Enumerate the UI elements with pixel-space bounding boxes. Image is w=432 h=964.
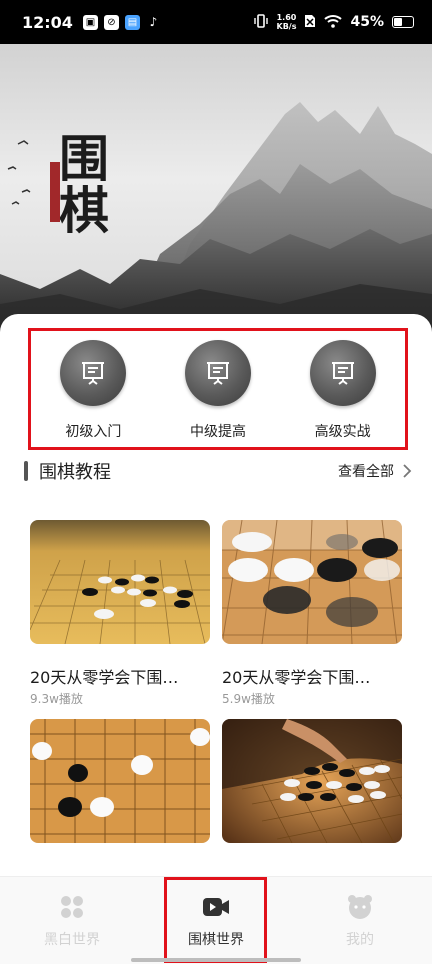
home-indicator[interactable]: [131, 958, 301, 962]
video-card[interactable]: 20天从零学会下围… 9.3w播放: [30, 520, 210, 707]
video-title: 20天从零学会下围…: [222, 668, 371, 687]
hero-seal: [50, 162, 60, 222]
level-advanced-button[interactable]: 高级实战: [288, 339, 398, 441]
video-thumbnail: [30, 520, 210, 644]
stones-grid-icon: [58, 893, 86, 921]
video-title: 20天从零学会下围…: [30, 668, 179, 687]
nav-label: 我的: [346, 932, 374, 948]
tutorials-header: 围棋教程 查看全部: [24, 458, 412, 484]
vibrate-icon: [253, 13, 269, 32]
network-speed: 1.60 KB/s: [277, 13, 297, 31]
video-play-count: 5.9w播放: [222, 692, 275, 706]
status-time: 12:04: [22, 12, 73, 32]
net-speed-value: 1.60: [276, 13, 297, 22]
battery-percent: 45%: [350, 14, 384, 30]
nav-black-white-world[interactable]: 黑白世界: [0, 877, 144, 964]
no-sim-icon: [304, 13, 316, 32]
notification-app-icon: ▣: [82, 14, 98, 30]
nav-label: 围棋世界: [188, 932, 244, 948]
battery-icon: [392, 16, 414, 28]
tiktok-icon: ♪: [149, 15, 158, 29]
video-camera-icon: [202, 893, 230, 921]
chevron-right-icon: [403, 464, 412, 478]
level-label: 中级提高: [189, 423, 246, 440]
hero-banner: 围棋: [0, 44, 432, 344]
notification-app-icon: ▤: [124, 14, 140, 30]
net-speed-unit: KB/s: [276, 22, 297, 31]
profile-face-icon: [346, 893, 374, 921]
video-card[interactable]: [30, 719, 210, 843]
section-accent-bar: [24, 461, 28, 481]
level-selector: 初级入门 中级提高 高级实战: [28, 328, 408, 450]
notification-app-icon: ⊘: [103, 14, 119, 30]
status-bar: 12:04 ▣ ⊘ ▤ ♪ 1.60 KB/s 45%: [0, 0, 432, 44]
video-thumbnail: [222, 520, 402, 644]
presentation-icon: [309, 339, 376, 406]
video-card[interactable]: 20天从零学会下围… 5.9w播放: [222, 520, 402, 707]
main-content: 初级入门 中级提高 高级实战 围棋教程 查看全部 20天从零学会下围… 9.3w…: [0, 314, 432, 876]
level-label: 高级实战: [314, 423, 371, 440]
video-play-count: 9.3w播放: [30, 692, 83, 706]
presentation-icon: [184, 339, 251, 406]
video-card[interactable]: [222, 719, 402, 843]
see-all-link[interactable]: 查看全部: [338, 461, 412, 481]
level-intermediate-button[interactable]: 中级提高: [163, 339, 273, 441]
level-label: 初级入门: [65, 423, 122, 440]
nav-profile[interactable]: 我的: [288, 877, 432, 964]
nav-label: 黑白世界: [44, 932, 100, 948]
presentation-icon: [60, 339, 127, 406]
video-thumbnail: [222, 719, 402, 843]
nav-go-world[interactable]: 围棋世界: [144, 877, 288, 964]
section-title: 围棋教程: [39, 462, 111, 483]
see-all-label: 查看全部: [338, 464, 394, 480]
level-beginner-button[interactable]: 初级入门: [38, 339, 148, 441]
video-thumbnail: [30, 719, 210, 843]
wifi-icon: [324, 13, 343, 32]
bottom-navigation: 黑白世界 围棋世界 我的: [0, 876, 432, 964]
